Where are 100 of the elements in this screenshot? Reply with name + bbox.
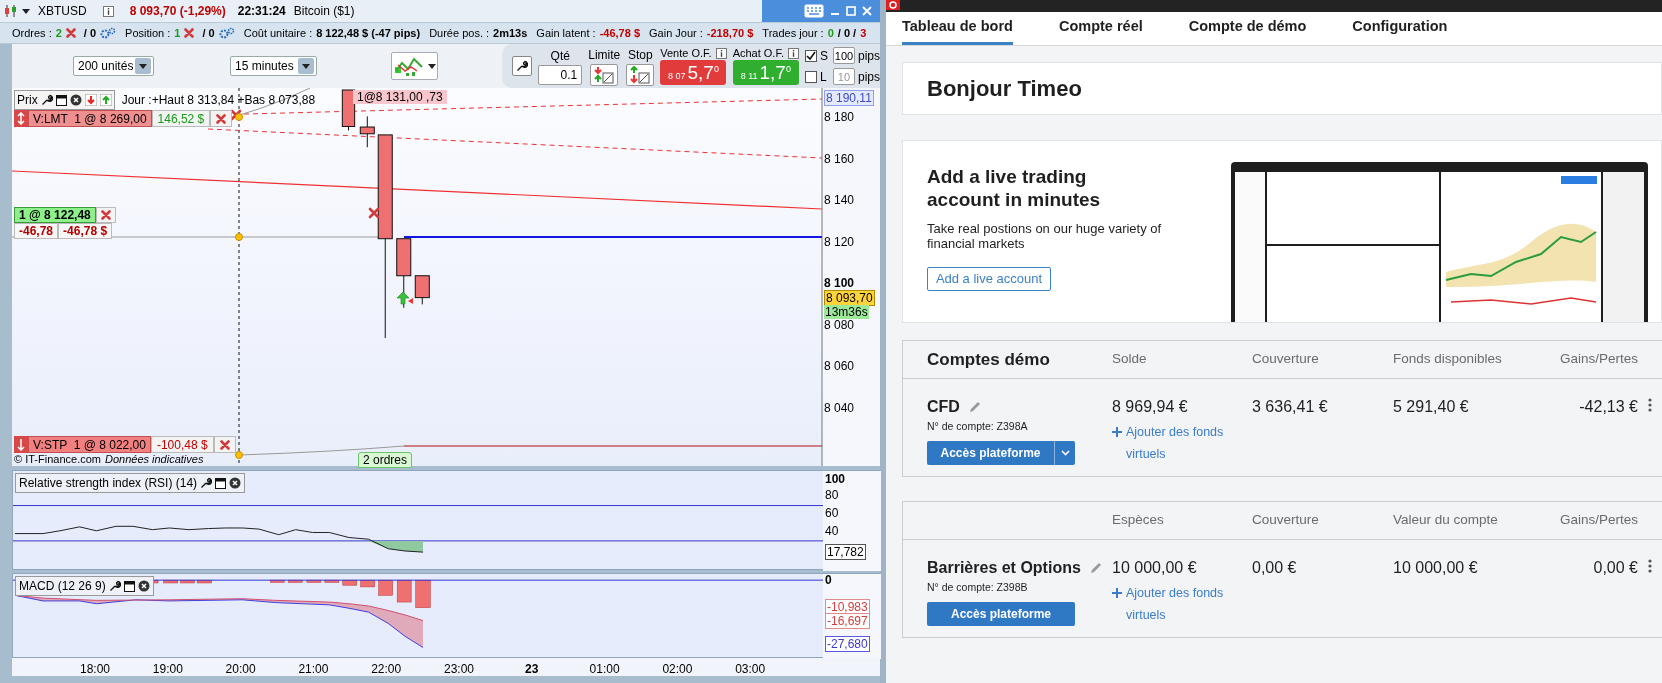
arrow-up-icon	[396, 291, 410, 305]
caret-icon	[22, 8, 30, 14]
cancel-icon[interactable]	[368, 207, 380, 219]
quantity-field[interactable]: 0.1	[538, 65, 583, 85]
axis-label: 8 093,70	[824, 290, 875, 306]
stat-value: 2m13s	[493, 25, 528, 41]
up-down-arrow-icon[interactable]	[14, 110, 28, 127]
clock-text: 22:31:24	[237, 3, 286, 20]
window-icon[interactable]	[55, 94, 67, 106]
stop-order-button[interactable]	[626, 64, 655, 86]
pips-field[interactable]: 100	[833, 47, 855, 64]
axis-label: 17,782	[825, 544, 866, 560]
add-account-button[interactable]: Add a live account	[927, 267, 1051, 291]
platform-access-button[interactable]: Accès plateforme	[927, 601, 1075, 626]
anchor-dot[interactable]	[235, 113, 243, 121]
info-icon[interactable]	[788, 48, 799, 59]
axis-label: -16,697	[825, 613, 870, 629]
maximize-icon[interactable]	[846, 6, 856, 16]
stat-label: Position :	[125, 25, 171, 41]
instrument-name: Bitcoin ($1)	[293, 3, 355, 20]
oversold-area	[368, 540, 423, 553]
position-label[interactable]: 1 @ 8 122,48	[14, 207, 96, 223]
close-icon[interactable]	[229, 477, 242, 489]
limit-order-button[interactable]	[590, 64, 619, 86]
histogram-bar	[288, 579, 303, 583]
time-label: 02:00	[662, 661, 693, 678]
nav-tab[interactable]: Compte de démo	[1188, 12, 1307, 45]
checkbox[interactable]	[805, 70, 817, 83]
gears-icon[interactable]	[218, 27, 235, 39]
window-icon[interactable]	[215, 477, 227, 489]
symbol-name[interactable]: XBTUSD	[38, 2, 87, 20]
margin-value: 3 636,41 €	[1252, 397, 1329, 417]
nav-tab[interactable]: Compte réel	[1058, 12, 1143, 45]
info-icon[interactable]	[102, 5, 114, 17]
order-pnl: -100,48 $	[150, 436, 214, 453]
chart-title: Prix	[17, 92, 38, 109]
indicator-button[interactable]	[391, 52, 439, 80]
time-label: 23:00	[444, 661, 474, 678]
order-label[interactable]: V:LMT 1 @ 8 269,00	[28, 110, 152, 127]
stat-label: Ordres :	[12, 25, 52, 41]
stat-value: -218,70 $	[706, 25, 754, 41]
checkbox[interactable]	[805, 49, 817, 62]
stat-label: Durée pos. :	[429, 25, 490, 41]
wrench-icon[interactable]	[200, 477, 213, 489]
more-icon[interactable]	[1648, 398, 1652, 412]
column-header: Valeur du compte	[1393, 511, 1499, 530]
funds-value: 5 291,40 €	[1393, 397, 1470, 417]
wrench-icon[interactable]	[40, 94, 53, 106]
nav-tab[interactable]: Tableau de bord	[902, 12, 1013, 45]
pnl-points: -46,78	[14, 223, 59, 239]
orders-badge[interactable]: 2 ordres	[358, 452, 413, 468]
dropdown-select[interactable]: 200 unités	[73, 56, 154, 76]
candle	[414, 275, 430, 305]
add-funds-link[interactable]: Ajouter des fonds virtuels	[1112, 582, 1232, 626]
anchor-dot[interactable]	[235, 233, 243, 241]
account-name: CFD	[927, 397, 960, 417]
stat-label: Trades jour :	[762, 25, 824, 41]
margin-value: 0,00 €	[1252, 558, 1298, 578]
candlestick-icon[interactable]	[4, 4, 18, 18]
gears-icon[interactable]	[100, 27, 117, 39]
arrow-up-icon[interactable]	[99, 94, 112, 106]
stat-value: -46,78 $	[599, 25, 641, 41]
close-icon[interactable]	[69, 94, 82, 106]
axis-label: 100	[825, 472, 846, 486]
checkbox-label: L	[820, 68, 828, 86]
plus-icon	[1112, 588, 1122, 598]
pencil-icon[interactable]	[1088, 561, 1103, 575]
arrow-down-icon[interactable]	[84, 94, 97, 106]
add-funds-link[interactable]: Ajouter des fonds virtuels	[1112, 421, 1232, 465]
time-label: 03:00	[735, 661, 766, 678]
window-icon[interactable]	[123, 580, 135, 592]
anchor-dot[interactable]	[235, 451, 243, 459]
order-type-label: Limite	[588, 47, 621, 64]
down-arrow-icon[interactable]	[14, 436, 28, 453]
order-pnl: 146,52 $	[151, 110, 211, 127]
keyboard-icon[interactable]	[804, 4, 824, 18]
column-header: Gains/Pertes	[1558, 511, 1638, 530]
promo-text: Take real postions on our huge variety of financial markets	[927, 221, 1163, 251]
close-icon[interactable]	[137, 580, 150, 592]
axis-label: 8 120	[824, 234, 855, 249]
time-label: 22:00	[371, 661, 402, 678]
wrench-icon[interactable]	[108, 580, 121, 592]
panel-title: MACD (12 26 9)	[19, 578, 106, 595]
axis-label: 8 190,11	[824, 90, 874, 106]
balance-value: 10 000,00 €	[1112, 558, 1197, 578]
more-icon[interactable]	[1648, 559, 1652, 573]
day-range-text: Jour :+Haut 8 313,84 +Bas 8 073,88	[121, 92, 316, 109]
cancel-icon[interactable]	[230, 109, 242, 121]
caret-icon	[138, 63, 147, 69]
info-icon[interactable]	[715, 48, 727, 59]
dropdown-select[interactable]: 15 minutes	[230, 56, 317, 76]
candle	[341, 89, 356, 131]
order-label[interactable]: V:STP 1 @ 8 022,00	[28, 436, 151, 453]
stat-label: Gain latent :	[536, 25, 596, 41]
column-header: Gains/Pertes	[1558, 350, 1638, 369]
histogram-bar	[163, 579, 178, 584]
pencil-icon[interactable]	[967, 400, 982, 414]
nav-tab[interactable]: Configuration	[1352, 12, 1448, 45]
histogram-bar	[342, 579, 358, 586]
pips-label: pips	[858, 47, 880, 65]
